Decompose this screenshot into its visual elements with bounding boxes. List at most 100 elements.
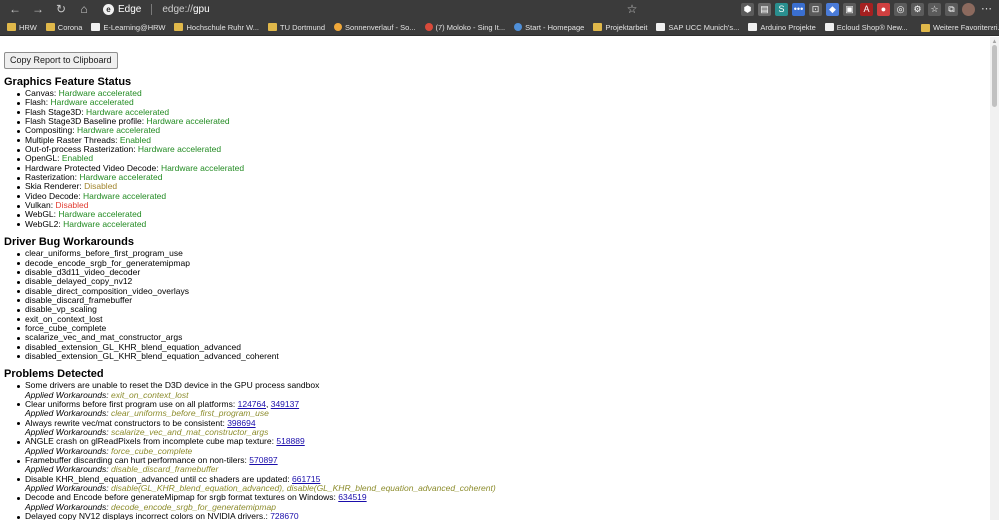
extension-icon[interactable]: A	[860, 3, 873, 16]
bookmark-other-favorites[interactable]: Weitere Favoriten	[914, 23, 992, 32]
extension-icon[interactable]: S	[775, 3, 788, 16]
bookmark-item[interactable]: Corona	[45, 22, 83, 32]
extensions-bar: ⬢ ▤ S ••• ⊡ ◆ ▣ A ● ◎ ⚙ ☆ ⧉	[741, 3, 975, 16]
folder-icon	[920, 23, 930, 32]
problem-item: Framebuffer discarding can hurt performa…	[17, 455, 990, 475]
bug-link[interactable]: 518889	[276, 436, 304, 446]
browser-toolbar: ← → ↻ ⌂ e Edge edge://gpu ☆ ⬢ ▤ S ••• ⊡ ◆ ▣ A ● ◎…	[0, 0, 999, 19]
feature-status-item: Video Decode: Hardware accelerated	[17, 190, 990, 201]
folder-icon	[7, 23, 16, 31]
feature-status-item: Compositing: Hardware accelerated	[17, 126, 990, 135]
forward-arrow-icon[interactable]: →	[31, 2, 45, 16]
bookmark-item[interactable]: Projektarbeit	[593, 23, 647, 32]
site-icon	[514, 23, 523, 31]
workaround-item: exit_on_context_lost	[17, 314, 990, 324]
bookmark-label: Ecloud Shop® New...	[836, 22, 908, 32]
problem-item: Always rewrite vec/mat constructors to b…	[17, 418, 990, 438]
feature-status-value: Hardware accelerated	[63, 218, 147, 229]
extension-icon[interactable]: ▣	[843, 3, 856, 16]
bookmark-item[interactable]: TU Dortmund	[268, 23, 325, 32]
bookmark-label: (7) Moloko - Sing It...	[435, 22, 506, 32]
folder-icon	[45, 23, 55, 31]
extension-icon[interactable]: ⬢	[741, 3, 754, 16]
problem-item: Some drivers are unable to reset the D3D…	[17, 381, 990, 400]
bookmark-label: Projektarbeit	[605, 22, 648, 32]
bug-link[interactable]: 570897	[249, 455, 277, 465]
bookmark-label: Corona	[57, 22, 83, 32]
bookmark-label: Arduino Projekte	[760, 22, 816, 32]
bookmark-label: TU Dortmund	[280, 22, 326, 32]
extension-icon[interactable]: ▤	[758, 3, 771, 16]
feature-status-value: Hardware accelerated	[160, 162, 245, 173]
extension-icon[interactable]: ◆	[826, 3, 839, 16]
workaround-item: disable_direct_composition_video_overlay…	[17, 286, 990, 296]
problem-item: Clear uniforms before first program use …	[17, 399, 990, 419]
refresh-icon[interactable]: ↻	[54, 2, 68, 16]
extension-icon[interactable]: ⊡	[809, 3, 822, 16]
extension-icon[interactable]: •••	[792, 3, 805, 16]
bug-link[interactable]: 728670	[270, 511, 298, 520]
bookmark-item[interactable]: Sonnenverlauf - So...	[334, 23, 416, 32]
feature-status-heading: Graphics Feature Status	[4, 76, 132, 88]
problem-item: Disable KHR_blend_equation_advanced unti…	[17, 474, 990, 494]
bookmark-item[interactable]: (7) Moloko - Sing It...	[424, 22, 506, 32]
address-bar[interactable]: e Edge edge://gpu	[103, 2, 210, 17]
scroll-thumb[interactable]	[992, 45, 997, 107]
page-icon	[656, 23, 666, 31]
problems-list: Some drivers are unable to reset the D3D…	[17, 381, 990, 520]
bookmark-item[interactable]: Hochschule Ruhr W...	[174, 23, 259, 32]
bookmark-label: Hochschule Ruhr W...	[186, 22, 260, 32]
favorite-star-icon[interactable]: ☆	[625, 2, 639, 16]
feature-status-item: WebGL2: Hardware accelerated	[17, 218, 990, 229]
bookmark-item[interactable]: SAP UCC Munich's...	[656, 23, 739, 32]
workaround-item: disabled_extension_GL_KHR_blend_equation…	[17, 351, 990, 361]
feature-status-list: Canvas: Hardware accelerated Flash: Hardw…	[17, 88, 990, 229]
bookmark-item[interactable]: Ecloud Shop® New...	[824, 22, 908, 32]
copy-report-button[interactable]: Copy Report to Clipboard	[4, 52, 118, 69]
extension-icon[interactable]: ◎	[894, 3, 907, 16]
extension-icon[interactable]: ☆	[928, 3, 941, 16]
bookmark-label: E-Learning@HRW	[103, 22, 166, 32]
feature-status-item: WebGL: Hardware accelerated	[17, 210, 990, 219]
problem-item: Delayed copy NV12 displays incorrect col…	[17, 511, 990, 520]
bug-link[interactable]: 634519	[338, 492, 366, 502]
back-arrow-icon[interactable]: ←	[8, 2, 22, 16]
extension-icon[interactable]: ⚙	[911, 3, 924, 16]
bookmark-item[interactable]: Arduino Projekte	[748, 22, 816, 32]
home-icon[interactable]: ⌂	[77, 2, 91, 16]
edge-logo-icon: e	[103, 4, 114, 15]
folder-icon	[174, 23, 184, 31]
page-scrollbar[interactable]: ▲	[990, 37, 999, 520]
problem-description: Delayed copy NV12 displays incorrect col…	[25, 511, 268, 520]
bookmark-label: Weitere Favoriten	[932, 23, 992, 32]
bookmark-item[interactable]: E-Learning@HRW	[91, 23, 165, 32]
feature-status-item: Flash Stage3D Baseline profile: Hardware…	[17, 116, 990, 126]
folder-icon	[268, 23, 278, 31]
problem-item: ANGLE crash on glReadPixels from incompl…	[17, 437, 990, 456]
workaround-item: disable_discard_framebuffer	[17, 295, 990, 305]
url-text[interactable]: edge://gpu	[162, 4, 209, 15]
address-brand-label: Edge	[118, 4, 142, 15]
folder-icon	[593, 23, 603, 31]
bug-link[interactable]: 349137	[271, 399, 299, 409]
workarounds-list: clear_uniforms_before_first_program_use d…	[17, 248, 990, 361]
workaround-item: disable_d3d11_video_decoder	[17, 267, 990, 277]
menu-icon[interactable]: ⋯	[981, 2, 992, 16]
feature-status-item: Vulkan: Disabled	[17, 200, 990, 210]
extension-icon[interactable]: ⧉	[945, 3, 958, 16]
gpu-page: Copy Report to Clipboard Graphics Featur…	[0, 37, 990, 520]
profile-avatar[interactable]	[962, 3, 975, 16]
feature-status-value: Hardware accelerated	[137, 144, 222, 155]
page-icon	[748, 23, 758, 31]
feature-status-item: Canvas: Hardware accelerated	[17, 88, 990, 98]
site-icon	[334, 23, 343, 31]
bookmark-label: HRW	[19, 22, 37, 32]
youtube-icon	[424, 23, 433, 31]
feature-status-value: Hardware accelerated	[82, 190, 167, 201]
bookmark-label: Start - Homepage	[525, 22, 585, 32]
problem-item: Decode and Encode before generateMipmap …	[17, 493, 990, 512]
bookmark-item[interactable]: HRW	[7, 23, 37, 32]
feature-status-item: Rasterization: Hardware accelerated	[17, 172, 990, 182]
extension-icon[interactable]: ●	[877, 3, 890, 16]
bookmark-item[interactable]: Start - Homepage	[514, 23, 584, 32]
